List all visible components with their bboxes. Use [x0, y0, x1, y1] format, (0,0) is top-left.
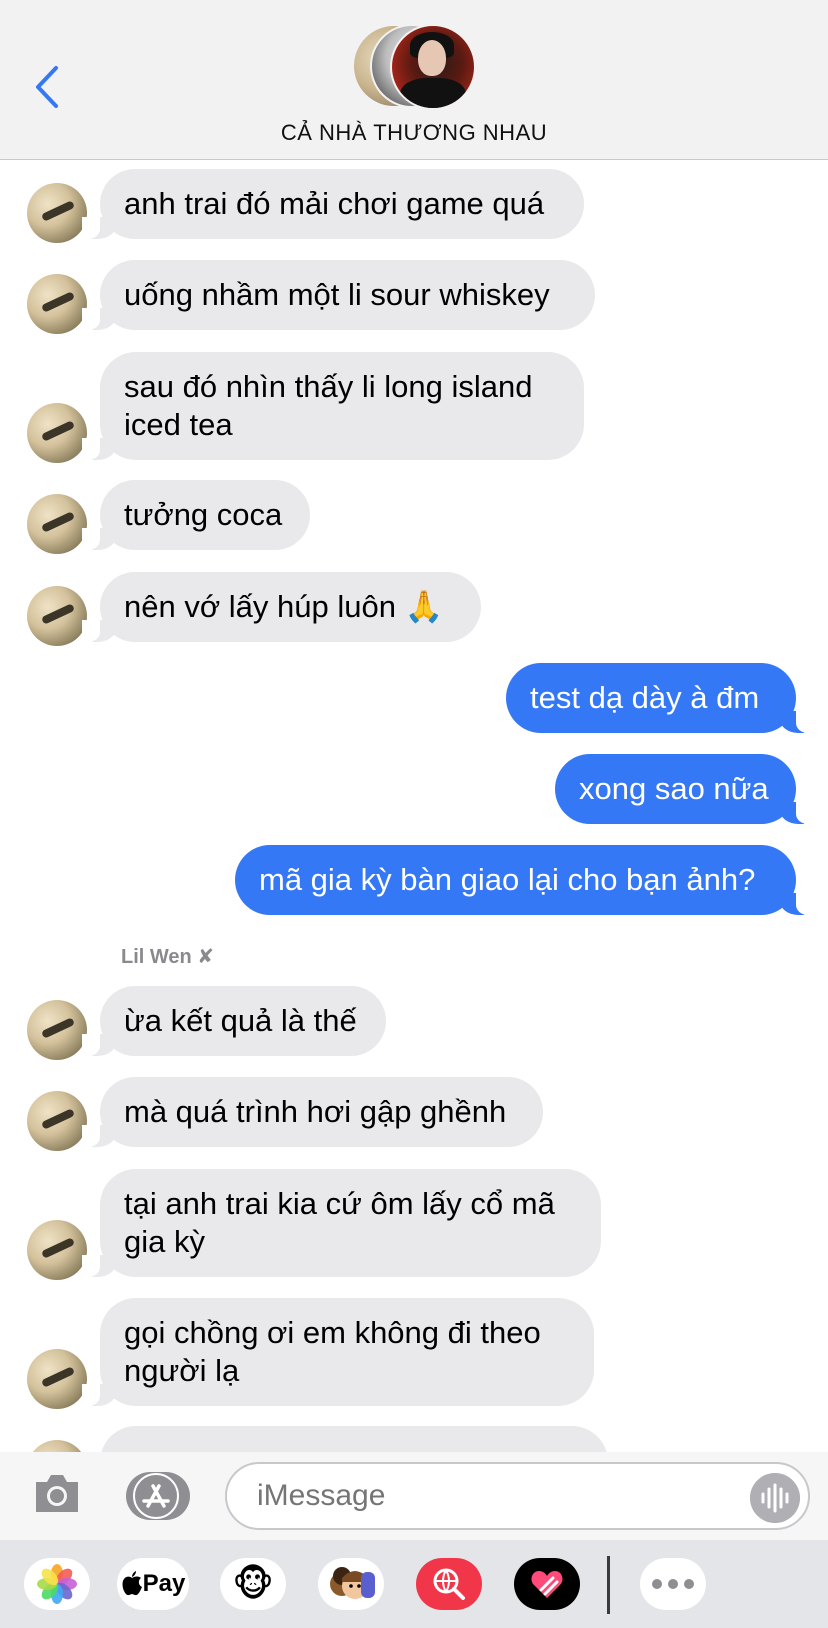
sender-avatar[interactable] [27, 494, 87, 554]
sender-avatar[interactable] [27, 274, 87, 334]
app-store-icon [133, 1473, 179, 1519]
photos-app-button[interactable] [24, 1558, 90, 1610]
memoji-stickers-button[interactable] [318, 1558, 384, 1610]
apple-pay-label: Pay [142, 1570, 186, 1597]
back-chevron-icon[interactable] [30, 62, 66, 112]
incoming-message-bubble[interactable]: anh trai đó mải chơi game quá [82, 169, 584, 239]
sender-avatar[interactable] [27, 1000, 87, 1060]
message-input[interactable] [225, 1462, 810, 1530]
outgoing-message-bubble[interactable]: mã gia kỳ bàn giao lại cho bạn ảnh? [235, 845, 814, 915]
sender-avatar[interactable] [27, 1349, 87, 1409]
app-store-button[interactable] [126, 1472, 190, 1520]
sender-avatar[interactable] [27, 586, 87, 646]
heart-touch-icon [531, 1571, 563, 1598]
web-image-search-button[interactable] [416, 1558, 482, 1610]
apple-logo-icon [122, 1571, 142, 1596]
animoji-app-button[interactable]: 🐵 [220, 1558, 286, 1610]
message-text: ừa kết quả là thế [124, 1003, 357, 1038]
more-apps-button[interactable] [640, 1558, 706, 1610]
sender-avatar[interactable] [27, 1220, 87, 1280]
message-text: anh trai đó mải chơi game quá [124, 186, 545, 221]
monkey-icon: 🐵 [232, 1563, 274, 1604]
group-title[interactable]: CẢ NHÀ THƯƠNG NHAU [0, 120, 828, 146]
outgoing-message-bubble[interactable]: test dạ dày à đm [506, 663, 814, 733]
incoming-message-bubble[interactable]: sau đó nhìn thấy li long island iced tea [82, 352, 584, 460]
digital-touch-button[interactable] [514, 1558, 580, 1610]
apple-pay-button[interactable]: Pay [117, 1558, 189, 1610]
imessage-app-strip: Pay 🐵 [0, 1540, 828, 1628]
conversation-header: CẢ NHÀ THƯƠNG NHAU [0, 0, 828, 160]
incoming-message-bubble[interactable]: gọi chồng ơi em không đi theo người lạ [82, 1298, 594, 1406]
incoming-message-bubble[interactable]: mà quá trình hơi gập ghềnh [82, 1077, 543, 1147]
message-text: gọi chồng ơi em không đi theo người lạ [124, 1315, 541, 1388]
photos-icon [37, 1564, 77, 1604]
message-text: uống nhầm một li sour whiskey [124, 277, 550, 312]
outgoing-message-bubble[interactable]: xong sao nữa [555, 754, 814, 824]
sender-avatar[interactable] [27, 1091, 87, 1151]
message-text: tại anh trai kia cứ ôm lấy cổ mã gia kỳ [124, 1186, 555, 1259]
group-member-avatar [390, 24, 476, 110]
message-text: xong sao nữa [579, 771, 769, 806]
incoming-message-bubble[interactable]: tưởng coca [82, 480, 310, 550]
strip-divider [607, 1556, 610, 1614]
incoming-message-bubble[interactable]: nên vớ lấy húp luôn 🙏 [82, 572, 481, 642]
sender-avatar[interactable] [27, 183, 87, 243]
message-text: sau đó nhìn thấy li long island iced tea [124, 369, 533, 442]
memoji-stickers-icon [330, 1567, 375, 1599]
sender-name-label: Lil Wen ✘ [121, 946, 215, 968]
compose-bar [0, 1452, 828, 1540]
globe-search-icon [433, 1568, 465, 1600]
sender-avatar[interactable] [27, 403, 87, 463]
message-text: test dạ dày à đm [530, 680, 760, 715]
group-avatars[interactable] [352, 24, 476, 110]
message-text: mã gia kỳ bàn giao lại cho bạn ảnh? [259, 862, 756, 897]
incoming-message-bubble[interactable]: tại anh trai kia cứ ôm lấy cổ mã gia kỳ [82, 1169, 601, 1277]
message-text: tưởng coca [124, 497, 283, 532]
message-text: nên vớ lấy húp luôn 🙏 [124, 589, 444, 624]
message-text: mà quá trình hơi gập ghềnh [124, 1094, 507, 1129]
audio-waveform-icon[interactable] [750, 1473, 800, 1523]
incoming-message-bubble[interactable]: ừa kết quả là thế [82, 986, 386, 1056]
incoming-message-bubble[interactable]: uống nhầm một li sour whiskey [82, 260, 595, 330]
camera-icon[interactable] [32, 1470, 82, 1516]
ellipsis-icon [652, 1579, 694, 1589]
